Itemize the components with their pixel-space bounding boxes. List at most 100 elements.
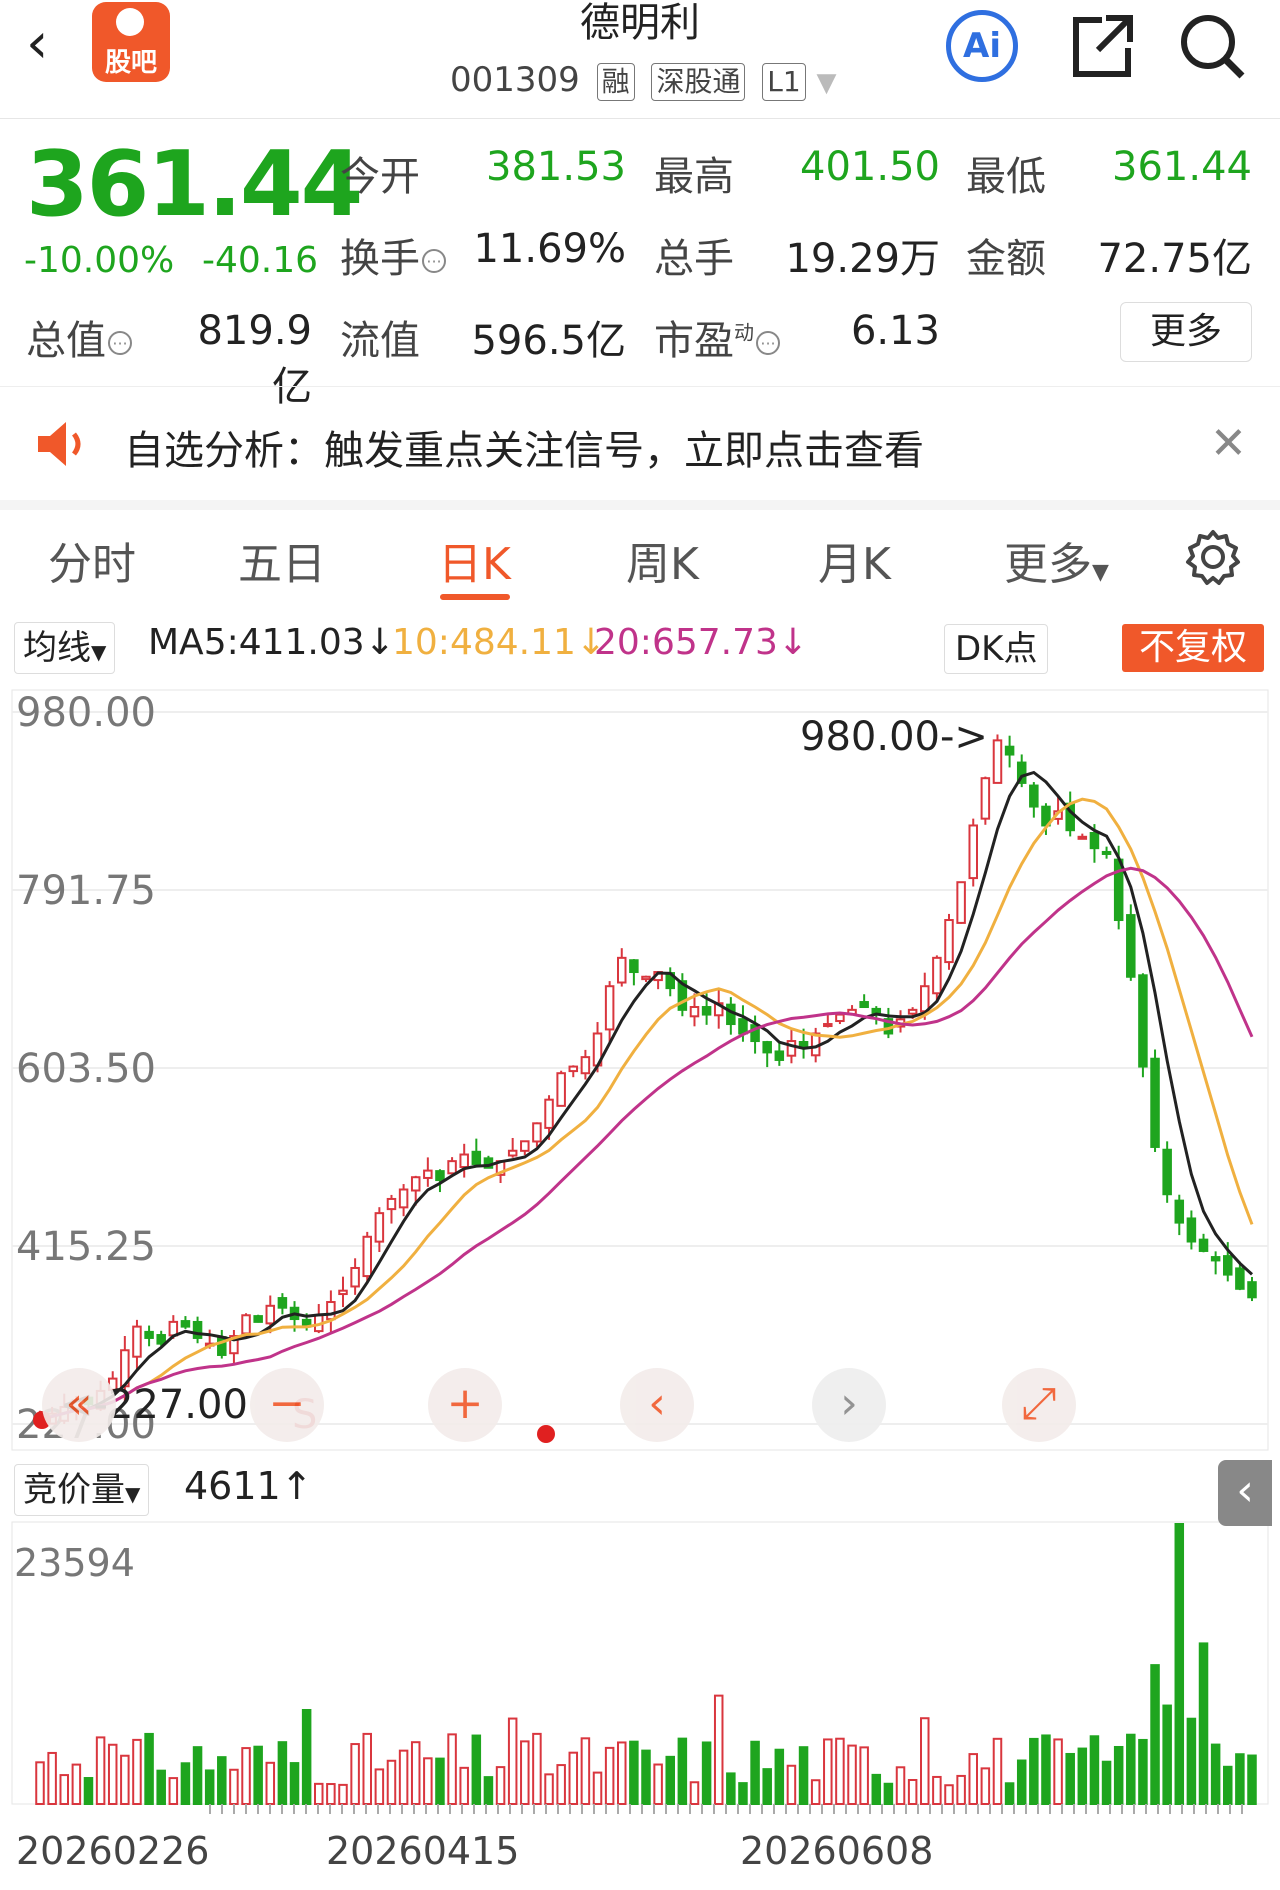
candle-body (459, 1153, 469, 1169)
chevron-left-icon[interactable]: ‹ (620, 1368, 694, 1442)
info-icon[interactable]: ··· (108, 331, 132, 355)
tab-five-day[interactable]: 五日 (238, 528, 326, 592)
tag-margin: 融 (596, 63, 635, 101)
volume-bar (726, 1772, 736, 1805)
x-axis-label: 20260415 (326, 1829, 519, 1873)
candle-body (1174, 1199, 1185, 1224)
volume-bar (798, 1746, 809, 1805)
zoom-out-icon[interactable]: − (250, 1368, 324, 1442)
ai-assistant-button[interactable]: Ai (946, 10, 1018, 82)
section-gap (0, 500, 1280, 510)
volume-bar (1041, 1734, 1051, 1806)
gear-icon[interactable] (1184, 528, 1242, 586)
candle-body (144, 1330, 154, 1339)
volume-bar (471, 1734, 482, 1806)
volume-bar (641, 1749, 651, 1806)
volume-value: 4611↑ (184, 1464, 313, 1508)
volume-bar (1235, 1753, 1245, 1805)
info-icon[interactable]: ··· (422, 249, 446, 273)
candle-body (168, 1320, 179, 1337)
volume-bar (289, 1762, 300, 1805)
close-icon[interactable]: ✕ (1210, 418, 1247, 469)
volume-bar (35, 1761, 45, 1805)
volume-bar (1004, 1782, 1015, 1805)
candle-body (920, 985, 930, 1013)
volume-bar (980, 1767, 991, 1806)
ma5-value: MA5:411.03↓ (148, 622, 395, 663)
candle-body (1247, 1281, 1257, 1299)
candle-body (544, 1098, 554, 1129)
rewind-icon[interactable]: « (42, 1368, 116, 1442)
tab-daily-k[interactable]: 日K (438, 528, 511, 592)
candle-body (1235, 1267, 1245, 1290)
chevron-right-icon[interactable]: › (812, 1368, 886, 1442)
volume-indicator-selector[interactable]: 竞价量▼ (14, 1464, 150, 1516)
tab-more[interactable]: 更多▼ (1004, 528, 1109, 592)
volume-bar (47, 1751, 57, 1805)
candle-body (968, 824, 978, 880)
volume-bar (677, 1737, 688, 1805)
candle-body (907, 1008, 918, 1015)
x-axis-label: 20260226 (16, 1829, 209, 1873)
k-line-chart[interactable]: 980.00791.75603.50415.25227.00980.00-><-… (0, 680, 1280, 1890)
candle-body (362, 1235, 372, 1278)
volume-bar (204, 1769, 215, 1805)
more-quote-button[interactable]: 更多 (1120, 302, 1252, 362)
indicator-selector[interactable]: 均线▼ (14, 622, 116, 674)
stock-name: 德明利 (580, 0, 700, 46)
open-label: 今开 (340, 154, 420, 200)
change-amount: -40.16 (202, 240, 319, 281)
zoom-in-icon[interactable]: + (428, 1368, 502, 1442)
y-tick-label: 791.75 (16, 868, 156, 914)
volume-bar (835, 1737, 845, 1806)
candle-body (1004, 745, 1015, 756)
volume-bar (701, 1741, 712, 1806)
adjust-toggle[interactable]: 不复权 (1122, 624, 1264, 672)
collapse-panel-icon[interactable]: ‹ (1218, 1460, 1272, 1526)
search-icon[interactable] (1172, 6, 1252, 86)
volume-max-label: 23594 (14, 1541, 135, 1585)
tab-monthly-k[interactable]: 月K (818, 528, 891, 592)
y-tick-label: 603.50 (16, 1046, 156, 1092)
up-arrow-icon: ↑ (280, 1464, 313, 1508)
volume-bar (386, 1759, 397, 1806)
info-icon[interactable]: ··· (756, 331, 780, 355)
tab-intraday[interactable]: 分时 (48, 528, 136, 592)
volume-bar (144, 1732, 154, 1806)
ma5-text: MA5:411.03 (148, 622, 365, 663)
candle-body (1126, 914, 1136, 978)
candle-body (701, 1006, 712, 1016)
dropdown-triangle-icon[interactable]: ▼ (817, 68, 837, 98)
volume-bar (180, 1762, 191, 1805)
tab-more-label: 更多 (1004, 539, 1092, 590)
volume-bar (447, 1733, 457, 1805)
share-icon[interactable] (1062, 6, 1142, 86)
volume-bar (750, 1740, 760, 1805)
volume-bar (520, 1740, 530, 1806)
volume-bar (665, 1755, 675, 1806)
volume-number: 4611 (184, 1464, 281, 1508)
volume-bar (71, 1763, 82, 1806)
volume-bar (410, 1741, 421, 1805)
fullscreen-icon[interactable]: ⤢ (1002, 1368, 1076, 1442)
indicator-selector-label: 均线 (23, 628, 91, 668)
candle-body (604, 985, 615, 1031)
guba-logo[interactable]: 股吧 (92, 2, 170, 82)
candle-body (786, 1040, 797, 1057)
dk-point-selector[interactable]: DK点 (944, 624, 1049, 674)
notice-text[interactable]: 自选分析：触发重点关注信号，立即点击查看 (124, 418, 924, 476)
stock-code-line: 001309 融 深股通 L1 ▼ (450, 60, 837, 101)
back-icon[interactable]: ‹ (26, 14, 86, 74)
volume-bar (1126, 1733, 1136, 1806)
volume-bar (265, 1761, 276, 1805)
tab-weekly-k[interactable]: 周K (626, 528, 699, 592)
volume-bar (507, 1717, 518, 1806)
candle-body (410, 1176, 421, 1192)
candle-body (629, 959, 639, 974)
volume-bar (592, 1771, 603, 1805)
candle-body (241, 1314, 251, 1335)
volume-bar (326, 1783, 336, 1805)
volume-bar (544, 1773, 554, 1805)
dropdown-triangle-icon: ▼ (1092, 560, 1109, 585)
volume-bar (483, 1776, 494, 1805)
